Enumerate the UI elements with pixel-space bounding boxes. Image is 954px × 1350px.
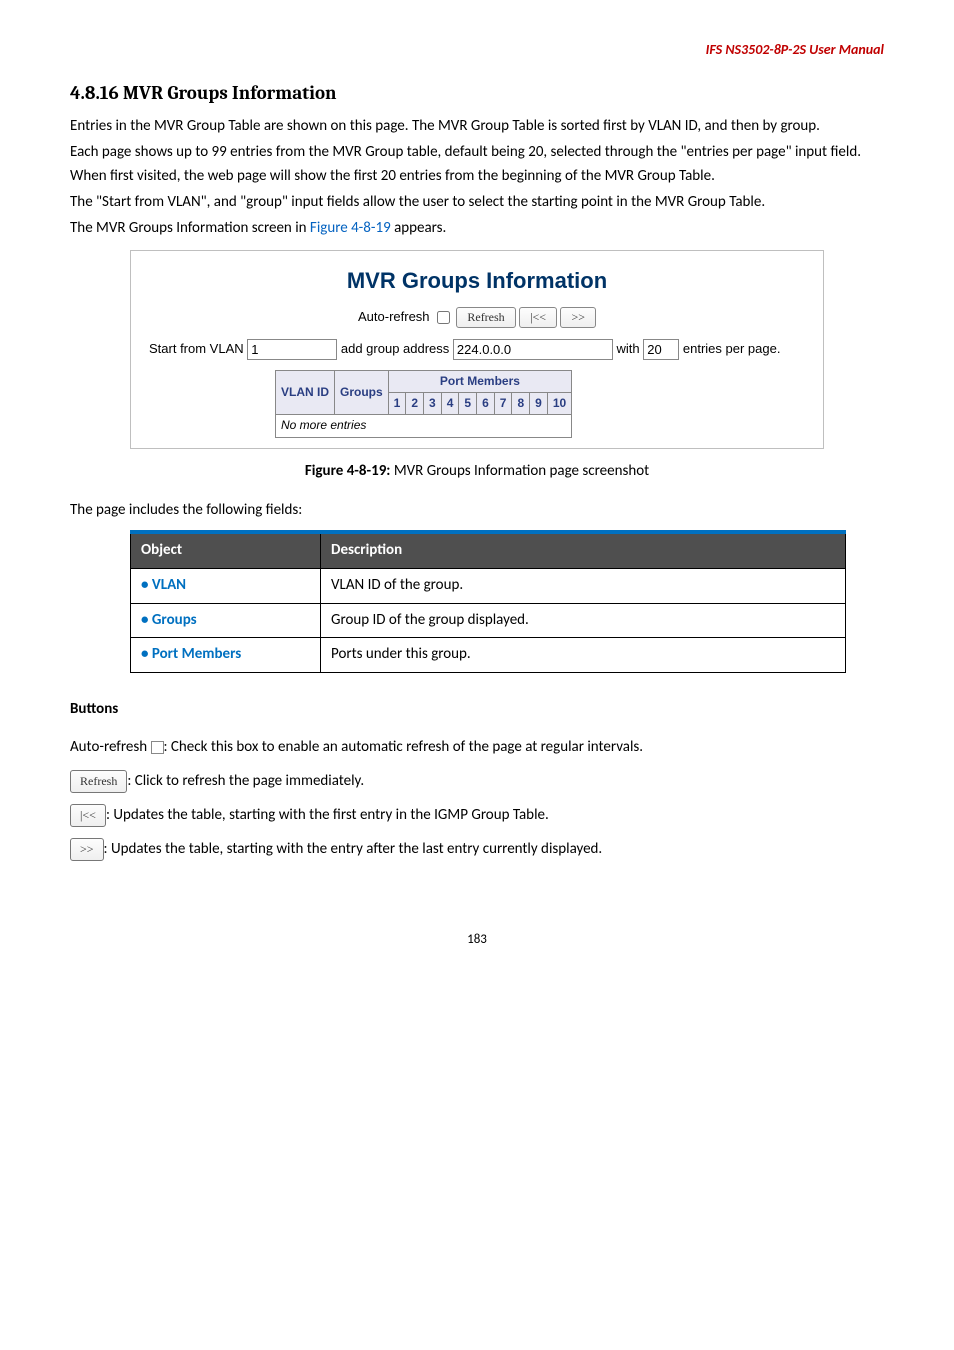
entries-per-page-input[interactable]	[643, 339, 679, 360]
table-row: • VLAN VLAN ID of the group.	[131, 568, 846, 603]
refresh-desc-line: Refresh: Click to refresh the page immed…	[70, 769, 884, 793]
no-entries-row: No more entries	[276, 415, 572, 437]
figure-top-controls: Auto-refresh Refresh |<< >>	[145, 307, 809, 329]
group-address-input[interactable]	[453, 339, 613, 360]
fields-head-object: Object	[131, 532, 321, 568]
col-groups: Groups	[335, 370, 389, 415]
auto-refresh-desc-line: Auto-refresh : Check this box to enable …	[70, 735, 884, 759]
auto-refresh-checkbox[interactable]	[437, 311, 450, 324]
figure-filter-row: Start from VLAN add group address with e…	[145, 339, 809, 360]
intro-p4: The MVR Groups Information screen in Fig…	[70, 216, 884, 240]
next-desc-line: >>: Updates the table, starting with the…	[70, 837, 884, 861]
start-from-vlan-input[interactable]	[247, 339, 337, 360]
refresh-button[interactable]: Refresh	[456, 307, 515, 328]
addr-label: add group address	[341, 341, 453, 356]
next-page-button[interactable]: >>	[560, 307, 596, 328]
start-from-label: Start from VLAN	[149, 341, 247, 356]
figure-title: MVR Groups Information	[145, 265, 809, 297]
auto-refresh-label: Auto-refresh	[358, 309, 430, 324]
refresh-button-icon: Refresh	[70, 770, 127, 793]
entries-label: entries per page.	[683, 341, 781, 356]
table-row: • Port Members Ports under this group.	[131, 638, 846, 673]
figure-caption: Figure 4-8-19: MVR Groups Information pa…	[70, 461, 884, 483]
first-desc-line: |<<: Updates the table, starting with th…	[70, 803, 884, 827]
next-page-button-icon: >>	[70, 838, 104, 861]
col-vlan-id: VLAN ID	[276, 370, 335, 415]
intro-p3: The "Start from VLAN", and "group" input…	[70, 190, 884, 214]
page-number: 183	[70, 931, 884, 950]
page-header-product: IFS NS3502-8P-2S User Manual	[70, 40, 884, 60]
with-label: with	[617, 341, 644, 356]
buttons-heading: Buttons	[70, 699, 884, 721]
port-members-table: VLAN ID Groups Port Members 1 2 3 4 5 6 …	[275, 370, 572, 438]
table-row: • Groups Group ID of the group displayed…	[131, 603, 846, 638]
figure-screenshot: MVR Groups Information Auto-refresh Refr…	[130, 250, 824, 449]
figure-link[interactable]: Figure 4-8-19	[310, 219, 391, 237]
section-heading: 4.8.16 MVR Groups Information	[70, 80, 884, 108]
fields-intro: The page includes the following fields:	[70, 500, 884, 522]
checkbox-icon	[151, 741, 164, 754]
intro-p2: Each page shows up to 99 entries from th…	[70, 140, 884, 188]
first-page-button[interactable]: |<<	[519, 307, 557, 328]
fields-head-desc: Description	[321, 532, 846, 568]
col-port-members: Port Members	[388, 370, 572, 392]
fields-table: Object Description • VLAN VLAN ID of the…	[130, 530, 846, 673]
intro-p1: Entries in the MVR Group Table are shown…	[70, 114, 884, 138]
first-page-button-icon: |<<	[70, 804, 106, 827]
